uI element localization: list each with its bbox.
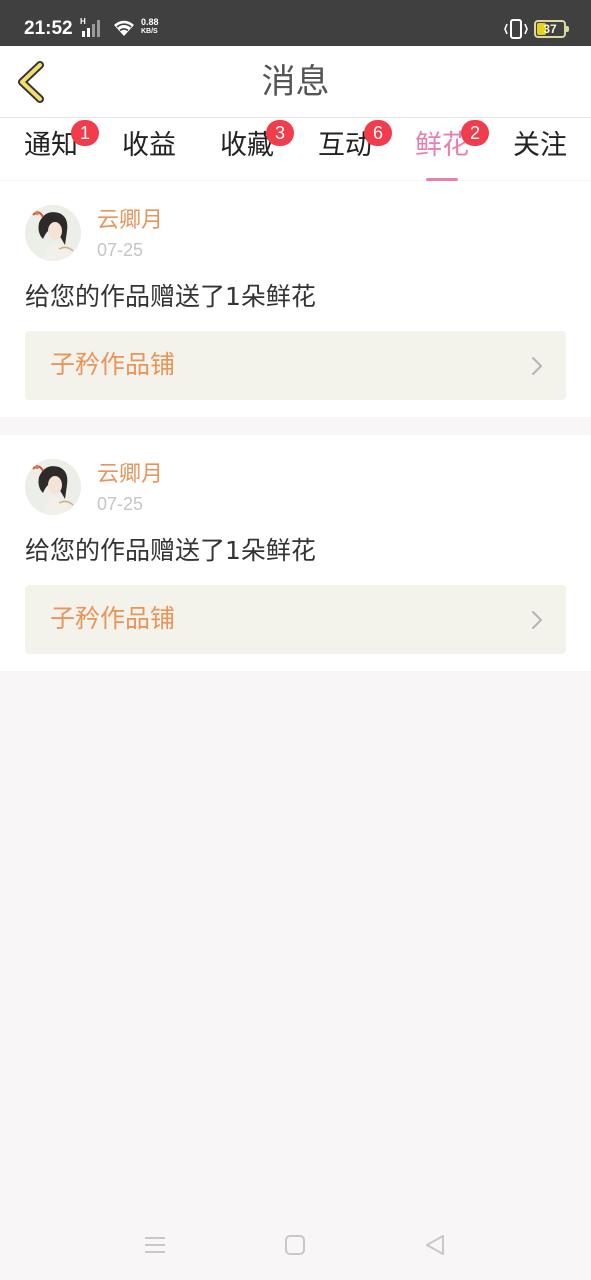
work-link[interactable]: 子矜作品铺 — [25, 331, 566, 400]
tab-badge: 2 — [461, 120, 489, 146]
network-speed: 0.88 KB/S — [141, 18, 159, 36]
wifi-icon — [114, 20, 134, 36]
work-title: 子矜作品铺 — [50, 350, 176, 379]
signal-icon: H — [80, 17, 100, 37]
chevron-right-icon — [532, 357, 542, 375]
message-date: 07-25 — [97, 494, 144, 514]
message-card: 云卿月 07-25 给您的作品赠送了1朵鲜花 子矜作品铺 — [0, 181, 591, 417]
tab-notice[interactable]: 通知 1 — [11, 120, 99, 178]
page-title: 消息 — [261, 62, 330, 102]
tab-label: 收益 — [122, 130, 176, 161]
sender-name[interactable]: 云卿月 — [97, 461, 163, 489]
battery-icon: 37 — [534, 20, 569, 38]
tab-follows[interactable]: 关注 — [500, 128, 580, 178]
back-icon[interactable] — [422, 1232, 448, 1258]
avatar[interactable] — [25, 459, 81, 515]
speed-unit: KB/S — [141, 28, 158, 35]
vibrate-icon — [504, 19, 528, 39]
message-tabs: 通知 1 收益 收藏 3 互动 6 鲜花 2 关注 — [0, 118, 591, 181]
menu-icon[interactable] — [142, 1232, 168, 1258]
tab-badge: 3 — [266, 120, 294, 146]
tab-label: 关注 — [513, 130, 567, 161]
tab-interactions[interactable]: 互动 6 — [305, 120, 392, 178]
tab-earnings[interactable]: 收益 — [109, 128, 189, 178]
status-time: 21:52 — [24, 18, 73, 39]
work-link[interactable]: 子矜作品铺 — [25, 585, 566, 654]
tab-badge: 1 — [71, 120, 99, 146]
avatar[interactable] — [25, 205, 81, 261]
battery-text: 37 — [543, 22, 557, 36]
home-icon[interactable] — [282, 1232, 308, 1258]
tab-label: 通知 — [24, 130, 78, 161]
chevron-right-icon — [532, 611, 542, 629]
status-bar: 21:52 H 0.88 KB/S 37 — [0, 0, 591, 46]
message-date: 07-25 — [97, 240, 144, 260]
tab-flowers[interactable]: 鲜花 2 — [402, 120, 489, 181]
message-text: 给您的作品赠送了1朵鲜花 — [25, 536, 316, 565]
work-title: 子矜作品铺 — [50, 604, 176, 633]
message-text: 给您的作品赠送了1朵鲜花 — [25, 282, 316, 311]
sender-name[interactable]: 云卿月 — [97, 207, 163, 235]
speed-value: 0.88 — [141, 17, 159, 27]
tab-favorites[interactable]: 收藏 3 — [207, 120, 294, 178]
tab-badge: 6 — [364, 120, 392, 146]
system-nav-bar — [0, 1210, 591, 1280]
message-card: 云卿月 07-25 给您的作品赠送了1朵鲜花 子矜作品铺 — [0, 435, 591, 671]
network-type: H — [80, 17, 86, 26]
app-header: 消息 — [0, 46, 591, 118]
